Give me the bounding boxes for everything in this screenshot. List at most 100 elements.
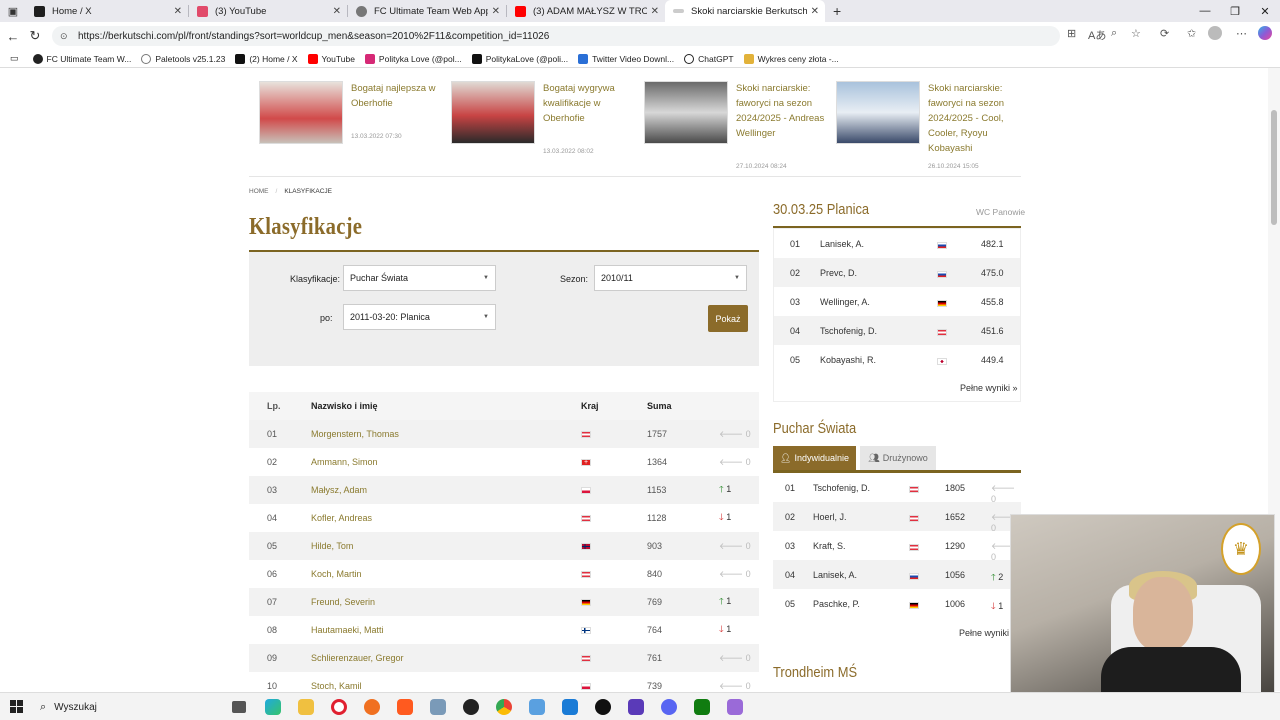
browser-tab[interactable]: (3) ADAM MAŁYSZ W TRONDHEIM ✕ (507, 0, 665, 22)
athlete-name-link[interactable]: Schlierenzauer, Gregor (311, 653, 404, 663)
new-tab-button[interactable]: + (833, 3, 841, 19)
obs-icon[interactable] (463, 699, 479, 715)
news-item[interactable]: Skoki narciarskie: faworyci na sezon 202… (644, 81, 824, 170)
bookmark-item[interactable]: Paletools v25.1.23 (141, 53, 225, 64)
result-row[interactable]: 04 Tschofenig, D. 451.6 (774, 316, 1020, 345)
klasyfikacje-select[interactable]: Puchar Świata ▼ (343, 265, 496, 291)
bookmark-item[interactable]: ChatGPT (684, 53, 734, 64)
close-tab-icon[interactable]: ✕ (333, 6, 341, 17)
favorite-star-icon[interactable]: ☆ (1131, 27, 1141, 40)
firefox-icon[interactable] (364, 699, 380, 715)
column-header-lp[interactable]: Lp. (267, 401, 281, 411)
pokaz-button[interactable]: Pokaż (708, 305, 748, 332)
site-info-icon[interactable]: ⊙ (60, 31, 72, 42)
athlete-name-link[interactable]: Kofler, Andreas (311, 513, 372, 523)
favorites-icon[interactable]: ✩ (1187, 27, 1196, 40)
tab-individual[interactable]: 👤︎ Indywidualnie (773, 446, 856, 470)
news-thumbnail[interactable] (451, 81, 535, 144)
table-row[interactable]: 05 Hilde, Tom 903 🡐 0 (249, 532, 759, 560)
minimize-icon[interactable]: — (1190, 0, 1220, 22)
app-icon[interactable] (628, 699, 644, 715)
xbox-icon[interactable] (694, 699, 710, 715)
news-item[interactable]: Skoki narciarskie: faworyci na sezon 202… (836, 81, 1016, 170)
url-field[interactable]: ⊙ https://berkutschi.com/pl/front/standi… (52, 26, 1060, 46)
column-header-kraj[interactable]: Kraj (581, 401, 599, 411)
result-row[interactable]: 05 Kobayashi, R. 449.4 (774, 345, 1020, 374)
app-icon[interactable] (727, 699, 743, 715)
athlete-name-link[interactable]: Małysz, Adam (311, 485, 367, 495)
opera-icon[interactable] (331, 699, 347, 715)
reload-icon[interactable]: ↻ (24, 28, 46, 44)
athlete-name-link[interactable]: Morgenstern, Thomas (311, 429, 399, 439)
table-row[interactable]: 02 Ammann, Simon +1364 🡐 0 (249, 448, 759, 476)
bookmark-item[interactable]: Polityka Love (@pol... (364, 53, 462, 64)
column-header-name[interactable]: Nazwisko i imię (311, 401, 378, 411)
taskbar-search[interactable]: ⌕ Wyszukaj (30, 697, 220, 717)
brave-icon[interactable] (397, 699, 413, 715)
table-row[interactable]: 01 Morgenstern, Thomas 1757 🡐 0 (249, 420, 759, 448)
browser-tab[interactable]: Home / X ✕ (26, 0, 188, 22)
athlete-name-link[interactable]: Hautamaeki, Matti (311, 625, 384, 635)
browser-tab[interactable]: (3) YouTube ✕ (189, 0, 347, 22)
news-item[interactable]: Bogataj najlepsza w Oberhofie 13.03.2022… (259, 81, 439, 151)
extensions-icon[interactable]: ⟳ (1160, 27, 1169, 40)
column-header-suma[interactable]: Suma (647, 401, 672, 411)
puchar-full-results-link[interactable]: Pełne wyniki (959, 628, 1009, 638)
browser-tab-active[interactable]: Skoki narciarskie Berkutschi.com ✕ (665, 0, 825, 22)
bookmark-item[interactable]: FC Ultimate Team W... (32, 53, 131, 64)
app-icon[interactable] (529, 699, 545, 715)
table-row[interactable]: 08 Hautamaeki, Matti 764 🡓 1 (249, 616, 759, 644)
result-row[interactable]: 02 Prevc, D. 475.0 (774, 258, 1020, 287)
athlete-name-link[interactable]: Freund, Severin (311, 597, 375, 607)
app-available-icon[interactable]: ⊞ (1067, 27, 1076, 40)
news-thumbnail[interactable] (836, 81, 920, 144)
athlete-name-link[interactable]: Stoch, Kamil (311, 681, 362, 691)
athlete-name-link[interactable]: Koch, Martin (311, 569, 362, 579)
bookmark-item[interactable]: Twitter Video Downl... (578, 53, 674, 64)
tiktok-icon[interactable] (595, 699, 611, 715)
bookmark-item[interactable]: PolitykaLove (@poli... (471, 53, 568, 64)
table-row[interactable]: 09 Schlierenzauer, Gregor 761 🡐 0 (249, 644, 759, 672)
close-window-icon[interactable]: ✕ (1250, 0, 1280, 22)
windows-start-icon[interactable] (10, 700, 23, 713)
maximize-icon[interactable]: ❐ (1220, 0, 1250, 22)
sidebar-toggle-icon[interactable]: ▣ (0, 5, 26, 18)
result-row[interactable]: 02 Hoerl, J. 1652 🡐 0 (773, 502, 1021, 533)
bookmark-item[interactable]: (2) Home / X (235, 53, 298, 64)
sezon-select[interactable]: 2010/11 ▼ (594, 265, 747, 291)
vscode-icon[interactable] (562, 699, 578, 715)
trondheim-title[interactable]: Trondheim MŚ (773, 664, 857, 681)
table-row[interactable]: 03 Małysz, Adam 1153 🡑 1 (249, 476, 759, 504)
photos-icon[interactable] (430, 699, 446, 715)
athlete-name-link[interactable]: Ammann, Simon (311, 457, 378, 467)
discord-icon[interactable] (661, 699, 677, 715)
news-title[interactable]: Skoki narciarskie: faworyci na sezon 202… (928, 81, 1028, 156)
zoom-icon[interactable]: ⌕ (1111, 27, 1117, 40)
result-row[interactable]: 03 Kraft, S. 1290 🡐 0 (773, 531, 1021, 562)
close-tab-icon[interactable]: ✕ (811, 6, 819, 17)
result-row[interactable]: 01 Lanisek, A. 482.1 (774, 229, 1020, 258)
result-row[interactable]: 01 Tschofenig, D. 1805 🡐 0 (773, 473, 1021, 504)
news-title[interactable]: Bogataj wygrywa kwalifikacje w Oberhofie (543, 81, 643, 126)
chrome-icon[interactable] (496, 699, 512, 715)
tab-team[interactable]: 👥︎ Drużynowo (860, 446, 936, 470)
task-view-icon[interactable] (232, 701, 246, 713)
news-thumbnail[interactable] (259, 81, 343, 144)
result-row[interactable]: 05 Paschke, P. 1006 🡓 1 (773, 589, 1021, 618)
planica-full-results-link[interactable]: Pełne wyniki » (960, 383, 1018, 393)
edge-icon[interactable] (265, 699, 281, 715)
table-row[interactable]: 07 Freund, Severin 769 🡑 1 (249, 588, 759, 616)
more-menu-icon[interactable]: ⋯ (1236, 27, 1247, 40)
athlete-name-link[interactable]: Hilde, Tom (311, 541, 353, 551)
close-tab-icon[interactable]: ✕ (651, 6, 659, 17)
bookmark-item[interactable]: Wykres ceny złota -... (743, 53, 839, 64)
scrollbar-thumb[interactable] (1271, 110, 1277, 225)
copilot-icon[interactable] (1258, 26, 1272, 40)
news-title[interactable]: Skoki narciarskie: faworyci na sezon 202… (736, 81, 836, 141)
table-row[interactable]: 10 Stoch, Kamil 739 🡐 0 (249, 672, 759, 692)
close-tab-icon[interactable]: ✕ (174, 6, 182, 17)
news-title[interactable]: Bogataj najlepsza w Oberhofie (351, 81, 451, 111)
result-row[interactable]: 04 Lanisek, A. 1056 🡑 2 (773, 560, 1021, 589)
read-aloud-icon[interactable]: Aあ (1088, 27, 1106, 43)
bookmark-folder-icon[interactable]: ▭ (10, 53, 19, 64)
